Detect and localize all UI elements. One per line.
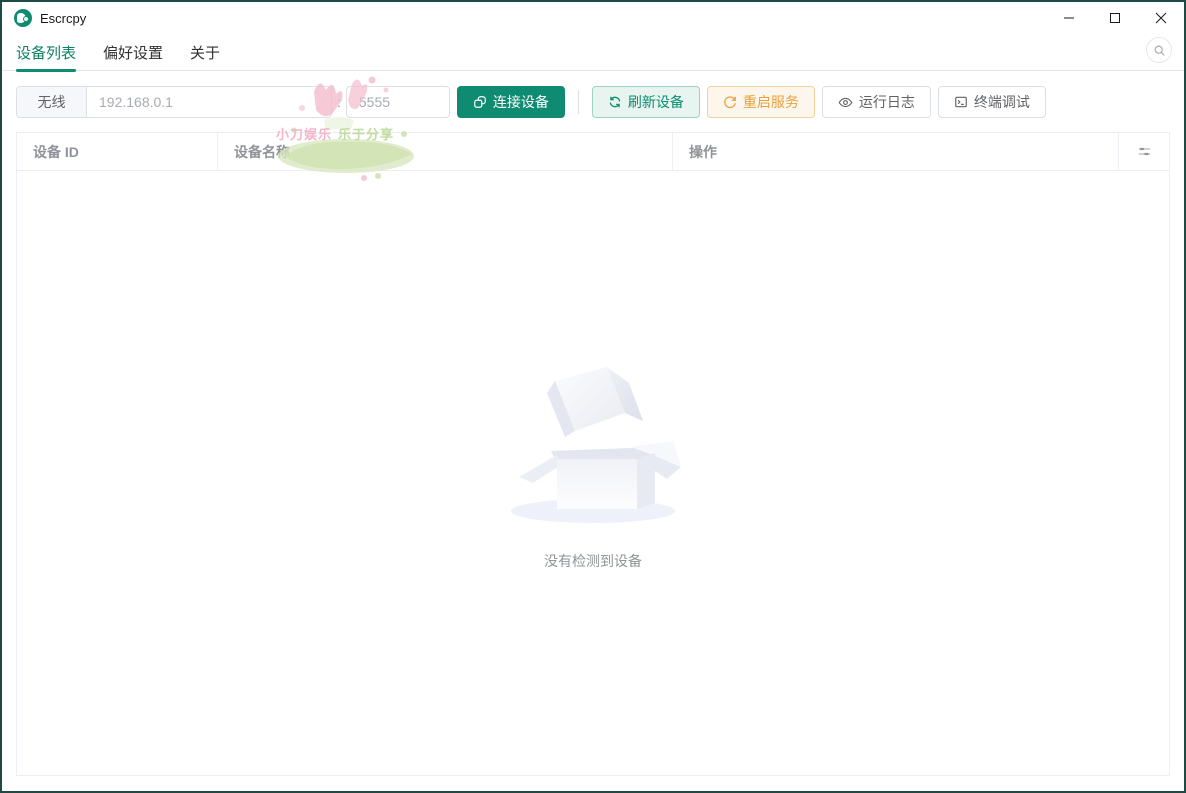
port-input[interactable]: [345, 86, 450, 118]
empty-state-text: 没有检测到设备: [544, 553, 642, 569]
minimize-button[interactable]: [1046, 2, 1092, 34]
link-icon: [474, 96, 486, 108]
toolbar-divider: [577, 90, 579, 114]
tab-preferences[interactable]: 偏好设置: [103, 34, 163, 71]
connect-device-button[interactable]: 连接设备: [456, 86, 565, 118]
app-window: Escrcpy 设备列表 偏好设置 关于 无线 :: [0, 0, 1186, 793]
tab-about[interactable]: 关于: [190, 34, 220, 71]
escrcpy-logo-icon: [14, 9, 32, 27]
eye-icon: [838, 97, 853, 107]
column-settings-button[interactable]: [1119, 133, 1169, 170]
restart-icon: [724, 96, 736, 109]
search-icon: [1154, 45, 1165, 56]
tab-device-list[interactable]: 设备列表: [16, 34, 77, 72]
tab-bar: 设备列表 偏好设置 关于: [2, 34, 1184, 72]
refresh-devices-button[interactable]: 刷新设备: [591, 86, 700, 118]
wireless-label: 无线: [17, 87, 87, 117]
column-header-device-id: 设备 ID: [17, 133, 218, 170]
column-header-device-name: 设备名称: [218, 133, 673, 170]
terminal-debug-button[interactable]: 终端调试: [937, 86, 1046, 118]
table-header-row: 设备 ID 设备名称 操作: [17, 133, 1169, 171]
terminal-icon: [955, 96, 967, 108]
port-separator: :: [337, 94, 341, 110]
window-controls: [1046, 2, 1184, 34]
restart-service-button[interactable]: 重启服务: [706, 86, 815, 118]
device-table: 设备 ID 设备名称 操作 没有检测到设备: [16, 132, 1170, 776]
refresh-icon: [609, 96, 621, 108]
empty-box-illustration: [511, 367, 681, 523]
connection-toolbar: 无线 : 连接设备 刷新设备 重启服务: [16, 86, 1170, 118]
sliders-icon: [1138, 147, 1150, 156]
close-button[interactable]: [1138, 2, 1184, 34]
search-button[interactable]: [1146, 37, 1172, 63]
maximize-button[interactable]: [1092, 2, 1138, 34]
window-title: Escrcpy: [40, 10, 87, 26]
column-header-actions: 操作: [673, 133, 1119, 170]
run-logs-button[interactable]: 运行日志: [821, 86, 931, 118]
ip-address-input[interactable]: [87, 87, 331, 117]
empty-state: 没有检测到设备: [17, 359, 1169, 571]
wireless-address-group: 无线: [16, 86, 332, 118]
title-bar: Escrcpy: [2, 2, 1184, 34]
